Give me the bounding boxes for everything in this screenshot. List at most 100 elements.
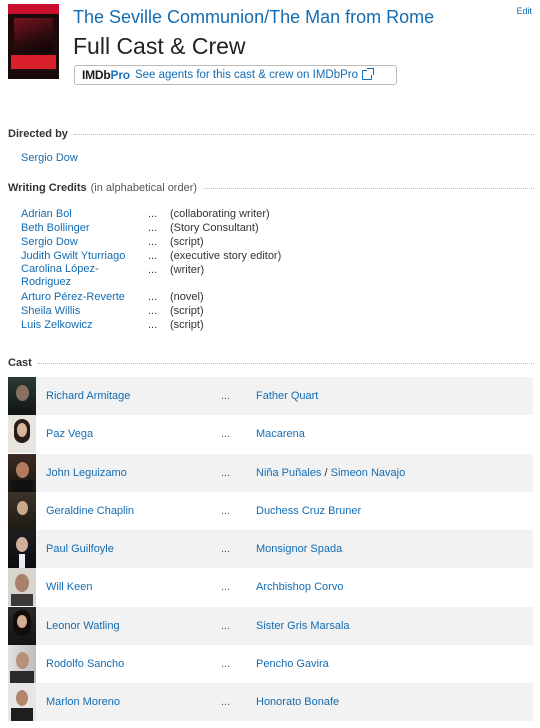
- cast-row: Paz Vega ... Macarena: [8, 415, 533, 454]
- cast-row: Leonor Watling ... Sister Gris Marsala: [8, 606, 533, 645]
- section-divider: [37, 362, 534, 364]
- cast-dots: ...: [221, 657, 231, 670]
- writing-credits-header: Writing Credits (in alphabetical order): [8, 182, 534, 194]
- cast-dots: ...: [221, 428, 231, 441]
- writer-name-link[interactable]: Beth Bollinger: [21, 221, 148, 235]
- writer-credit: (collaborating writer): [170, 208, 270, 220]
- writing-credits-heading: Writing Credits: [8, 182, 87, 194]
- cast-dots: ...: [221, 543, 231, 555]
- page-title: Full Cast & Crew: [73, 33, 246, 59]
- cast-row: Geraldine Chaplin ... Duchess Cruz Brune…: [8, 491, 533, 530]
- writer-row: Beth Bollinger ... (Story Consultant): [21, 221, 521, 235]
- writer-name-link[interactable]: Carolina López-Rodriguez: [21, 263, 148, 290]
- cast-dots: ...: [221, 466, 231, 479]
- writer-credit: (script): [170, 305, 204, 317]
- writer-credit: (Story Consultant): [170, 222, 259, 234]
- writer-dots: ...: [148, 236, 158, 248]
- character-name-link[interactable]: Duchess Cruz Bruner: [256, 505, 361, 517]
- actor-name-link[interactable]: Rodolfo Sancho: [46, 658, 221, 670]
- writer-row: Adrian Bol ... (collaborating writer): [21, 207, 521, 221]
- page-header: The Seville Communion/The Man from Rome …: [0, 0, 540, 118]
- character-name-link[interactable]: Honorato Bonafe: [256, 696, 339, 708]
- writer-row: Carolina López-Rodriguez ... (writer): [21, 263, 521, 290]
- actor-photo[interactable]: [8, 453, 36, 492]
- external-link-icon: [362, 68, 375, 80]
- section-divider: [73, 133, 534, 135]
- cast-row: Marlon Moreno ... Honorato Bonafe: [8, 683, 533, 721]
- character-name-link[interactable]: Macarena: [256, 428, 305, 440]
- writer-credit: (script): [170, 319, 204, 331]
- actor-photo[interactable]: [8, 491, 36, 530]
- writer-name-link[interactable]: Sheila Willis: [21, 304, 148, 318]
- series-title-link[interactable]: The Seville Communion/The Man from Rome: [73, 7, 434, 28]
- movie-poster-image[interactable]: [8, 4, 59, 79]
- actor-name-link[interactable]: Will Keen: [46, 581, 221, 593]
- actor-photo[interactable]: [8, 606, 36, 645]
- cast-list: Richard Armitage ... Father Quart Paz Ve…: [8, 377, 533, 721]
- character-name-link[interactable]: Father Quart: [256, 390, 318, 402]
- actor-name-link[interactable]: Marlon Moreno: [46, 696, 221, 708]
- cast-row: John Leguizamo ... Niña Puñales / Simeon…: [8, 453, 533, 492]
- section-divider: [203, 187, 534, 189]
- cast-heading: Cast: [8, 357, 32, 369]
- writer-row: Arturo Pérez-Reverte ... (novel): [21, 290, 521, 304]
- writer-credit: (novel): [170, 291, 204, 303]
- imdbpro-logo: IMDbPro: [82, 68, 130, 82]
- writer-dots: ...: [148, 319, 158, 331]
- writer-dots: ...: [148, 305, 158, 317]
- cast-dots: ...: [221, 696, 231, 708]
- writer-name-link[interactable]: Judith Gwilt Yturriago: [21, 249, 148, 263]
- character-name-link[interactable]: Sister Gris Marsala: [256, 620, 350, 632]
- edit-link[interactable]: Edit: [516, 6, 532, 16]
- character-name-link[interactable]: Niña Puñales: [256, 467, 321, 479]
- directed-by-heading: Directed by: [8, 128, 68, 140]
- writer-name-link[interactable]: Luis Zelkowicz: [21, 318, 148, 332]
- character-separator: /: [324, 466, 328, 479]
- actor-name-link[interactable]: Geraldine Chaplin: [46, 505, 221, 517]
- writer-row: Sergio Dow ... (script): [21, 235, 521, 249]
- writer-dots: ...: [148, 291, 158, 303]
- writer-dots: ...: [148, 208, 158, 220]
- writer-row: Sheila Willis ... (script): [21, 304, 521, 318]
- actor-photo[interactable]: [8, 377, 36, 415]
- director-link[interactable]: Sergio Dow: [21, 152, 78, 164]
- writer-credit: (executive story editor): [170, 250, 282, 262]
- actor-photo[interactable]: [8, 530, 36, 568]
- cast-dots: ...: [221, 581, 231, 594]
- actor-photo[interactable]: [8, 415, 36, 454]
- imdbpro-agents-button[interactable]: IMDbPro See agents for this cast & crew …: [74, 65, 397, 85]
- actor-name-link[interactable]: Richard Armitage: [46, 390, 221, 402]
- cast-dots: ...: [221, 390, 231, 402]
- actor-name-link[interactable]: Paz Vega: [46, 428, 221, 440]
- character-name-link[interactable]: Archbishop Corvo: [256, 581, 343, 593]
- actor-photo[interactable]: [8, 644, 36, 683]
- actor-name-link[interactable]: Leonor Watling: [46, 620, 221, 632]
- writer-dots: ...: [148, 250, 158, 262]
- actor-name-link[interactable]: John Leguizamo: [46, 467, 221, 479]
- writer-name-link[interactable]: Sergio Dow: [21, 235, 148, 249]
- cast-header: Cast: [8, 357, 534, 369]
- writer-credit: (writer): [170, 264, 205, 276]
- writer-name-link[interactable]: Adrian Bol: [21, 207, 148, 221]
- directed-by-header: Directed by: [8, 128, 534, 140]
- actor-name-link[interactable]: Paul Guilfoyle: [46, 543, 221, 555]
- character-name-link[interactable]: Simeon Navajo: [331, 467, 406, 479]
- character-name-link[interactable]: Monsignor Spada: [256, 543, 342, 555]
- writer-dots: ...: [148, 222, 158, 234]
- actor-photo[interactable]: [8, 683, 36, 721]
- cast-row: Paul Guilfoyle ... Monsignor Spada: [8, 530, 533, 568]
- character-name-link[interactable]: Pencho Gavira: [256, 658, 329, 670]
- writing-credits-subheading: (in alphabetical order): [90, 182, 198, 194]
- writer-row: Judith Gwilt Yturriago ... (executive st…: [21, 249, 521, 263]
- writer-dots: ...: [148, 264, 158, 276]
- writer-row: Luis Zelkowicz ... (script): [21, 318, 521, 332]
- writer-name-link[interactable]: Arturo Pérez-Reverte: [21, 290, 148, 304]
- actor-photo[interactable]: [8, 568, 36, 607]
- cast-row: Will Keen ... Archbishop Corvo: [8, 568, 533, 607]
- writer-credit: (script): [170, 236, 204, 248]
- imdbpro-agents-label: See agents for this cast & crew on IMDbP…: [134, 69, 359, 81]
- character-names: Niña Puñales / Simeon Navajo: [256, 467, 405, 479]
- cast-dots: ...: [221, 504, 231, 517]
- cast-row: Rodolfo Sancho ... Pencho Gavira: [8, 644, 533, 683]
- cast-dots: ...: [221, 619, 231, 632]
